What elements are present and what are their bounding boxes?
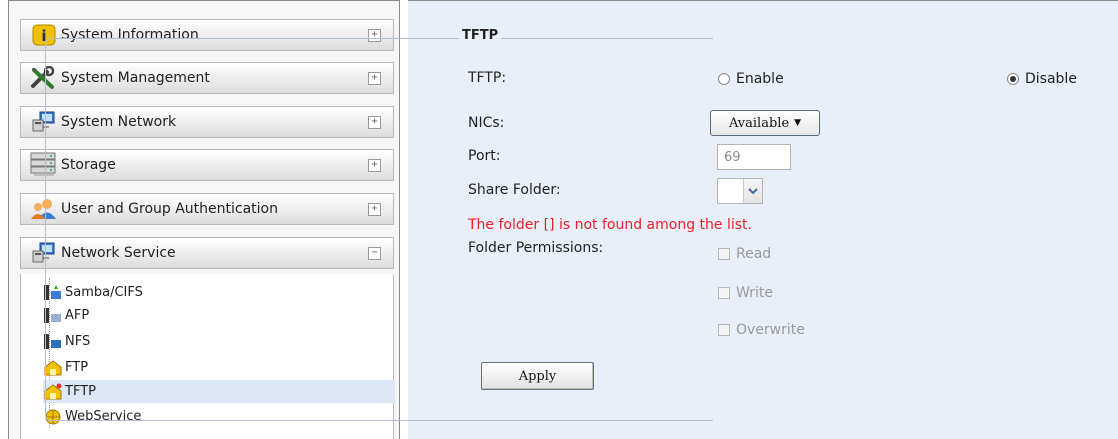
checkbox-label: Read: [736, 246, 772, 262]
error-message: The folder [] is not found among the lis…: [468, 217, 752, 233]
nics-dropdown-button[interactable]: Available ▼: [710, 110, 820, 136]
nics-value: Available: [728, 115, 790, 131]
dropdown-arrow-icon: ▼: [794, 118, 802, 128]
radio-circle[interactable]: [1007, 73, 1019, 85]
nics-label: NICs:: [468, 115, 505, 131]
radio-circle[interactable]: [718, 73, 730, 85]
apply-button[interactable]: Apply: [481, 362, 594, 390]
permission-overwrite-checkbox[interactable]: Overwrite: [718, 322, 805, 338]
radio-label: Enable: [736, 71, 784, 87]
sidebar-top-border: [9, 0, 399, 1]
port-input[interactable]: [717, 144, 791, 170]
share-folder-select[interactable]: [717, 178, 763, 204]
permission-read-checkbox[interactable]: Read: [718, 246, 771, 262]
folder-permissions-label: Folder Permissions:: [468, 240, 604, 256]
share-folder-label: Share Folder:: [468, 182, 561, 198]
tftp-enable-radio[interactable]: Enable: [718, 71, 784, 87]
chevron-down-icon[interactable]: [743, 179, 762, 203]
permission-write-checkbox[interactable]: Write: [718, 285, 773, 301]
checkbox-label: Write: [736, 285, 773, 301]
radio-label: Disable: [1025, 71, 1077, 87]
checkbox-box[interactable]: [718, 287, 730, 299]
tftp-label: TFTP:: [468, 70, 507, 86]
fieldset-legend: TFTP: [459, 28, 502, 43]
port-label: Port:: [468, 148, 501, 164]
content-top-border: [408, 0, 1118, 1]
tftp-disable-radio[interactable]: Disable: [1007, 71, 1077, 87]
checkbox-box[interactable]: [718, 324, 730, 336]
checkbox-label: Overwrite: [736, 322, 805, 338]
checkbox-box[interactable]: [718, 248, 730, 260]
